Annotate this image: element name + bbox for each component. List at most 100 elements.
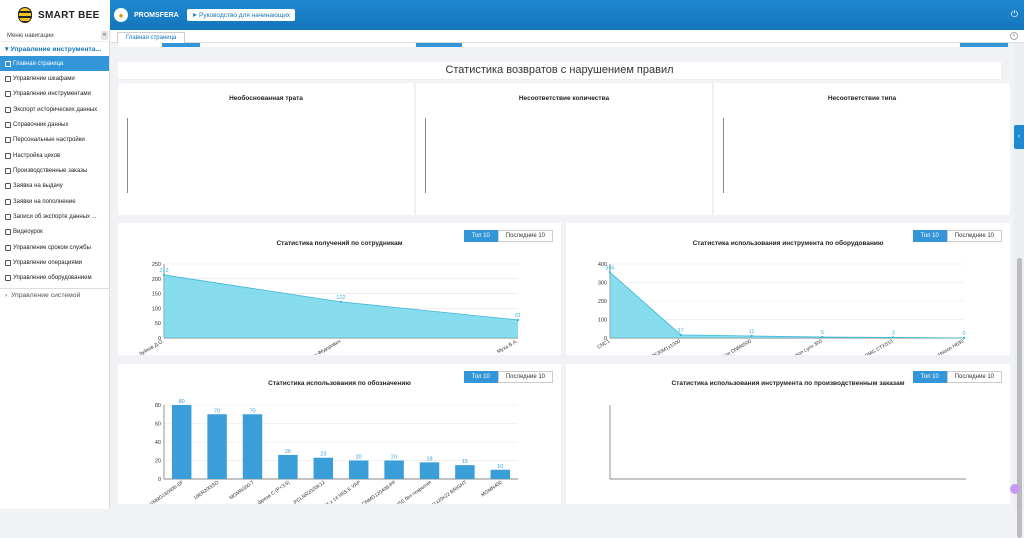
sidebar-item[interactable]: Управление инструментами	[0, 87, 109, 102]
bar	[313, 457, 334, 479]
data-label: 122	[336, 295, 345, 301]
filter-button[interactable]	[162, 43, 200, 47]
bar	[419, 462, 440, 479]
sidebar-item-label: Настройка цехов	[13, 152, 61, 159]
sidebar-item[interactable]: Экспорт исторических данных	[0, 102, 109, 117]
data-label: 18	[426, 456, 432, 462]
x-tick-label: MGMN300-T	[229, 480, 256, 501]
y-tick-label: 100	[598, 318, 607, 324]
returns-panel-title: Несоответствие количества	[518, 95, 610, 102]
filter-button[interactable]	[416, 43, 462, 47]
scrollbar-thumb[interactable]	[1017, 258, 1022, 538]
menu-item-icon	[5, 122, 11, 129]
filter-strip	[118, 43, 1008, 47]
x-tick-label: CNMG120408-PF	[361, 480, 397, 504]
sidebar: Меню навигации « ▾ Управление инструмент…	[0, 30, 110, 509]
chart-axis	[127, 118, 128, 193]
equipment-area-chart: 0100200300400355CNC117Hison TE30M1x10001…	[596, 262, 966, 355]
menu-item-icon	[5, 106, 11, 113]
sidebar-item[interactable]: Заявки на пополнение	[0, 194, 109, 209]
filter-button[interactable]	[960, 43, 1008, 47]
sidebar-item[interactable]: Производственные заказы	[0, 163, 109, 178]
sidebar-title: Меню навигации	[7, 32, 54, 39]
data-point	[339, 300, 343, 304]
data-label: 15	[462, 459, 468, 465]
data-label: 355	[605, 265, 614, 271]
sidebar-item-label: Управление сроком службы	[13, 244, 91, 251]
bee-logo-icon	[18, 7, 32, 23]
org-logo-icon: ●	[114, 8, 128, 22]
data-point	[892, 336, 895, 339]
sidebar-item[interactable]: Управление операциями	[0, 255, 109, 270]
side-panel-toggle[interactable]: ‹	[1014, 125, 1024, 149]
menu-item-icon	[5, 275, 11, 282]
x-tick-label: Муха В.А.	[496, 339, 519, 355]
menu-item-icon	[5, 91, 11, 98]
beginner-guide-button[interactable]: ➤ Руководство для начинающих	[186, 9, 296, 21]
data-label: 61	[515, 313, 521, 319]
menu-item-icon	[5, 137, 11, 144]
sidebar-item-label: Управление инструментами	[13, 91, 91, 98]
sidebar-item-label: Управление оборудованием	[13, 275, 92, 282]
sidebar-item[interactable]: Заявка на выдачу	[0, 179, 109, 194]
data-label: 80	[179, 399, 185, 405]
assistant-bubble-icon[interactable]	[1010, 484, 1020, 494]
y-tick-label: 60	[155, 422, 161, 428]
bar	[242, 414, 263, 479]
sidebar-item[interactable]: Настройка цехов	[0, 148, 109, 163]
data-label: 26	[285, 449, 291, 455]
sidebar-item[interactable]: Записи об экспорте данных ...	[0, 209, 109, 224]
y-tick-label: 20	[155, 459, 161, 465]
sidebar-item-label: Заявки на пополнение	[13, 198, 76, 205]
x-tick-label: PCLNR2020K12	[293, 480, 327, 504]
sidebar-item-label: Производственные заказы	[13, 168, 88, 175]
sidebar-item-label: Видеоурок	[13, 229, 43, 236]
data-point	[608, 271, 612, 274]
data-label: 17	[678, 328, 684, 334]
data-point	[162, 273, 166, 277]
menu-item-icon	[5, 168, 11, 175]
y-tick-label: 50	[155, 321, 161, 327]
data-label: 10	[497, 464, 503, 470]
x-tick-label: фреза С (P+3,5)	[257, 480, 291, 504]
x-tick-label: Hison TE30M1x1000	[638, 338, 682, 355]
bar	[455, 465, 475, 479]
data-label: 5	[821, 330, 824, 336]
data-point	[962, 336, 966, 340]
sidebar-item[interactable]: Персональные настройки	[0, 133, 109, 148]
sidebar-group-tools[interactable]: ▾ Управление инструмента...	[0, 42, 109, 56]
bar	[207, 414, 227, 479]
scrollbar-track[interactable]	[1014, 43, 1024, 538]
close-tabs-icon[interactable]: ×	[1010, 32, 1018, 40]
designation-bar-chart: 0 20 40 60 80 80 VNMG160408-SF 70 16ER200ISO 70 MG…	[149, 399, 518, 504]
data-label: 23	[320, 452, 326, 458]
collapse-sidebar-button[interactable]: «	[101, 31, 108, 40]
send-icon: ➤	[191, 12, 199, 19]
sidebar-item[interactable]: Управление сроком службы	[0, 240, 109, 255]
sidebar-item-label: Экспорт исторических данных	[13, 106, 98, 113]
returns-panel-title: Несоответствие типа	[827, 95, 897, 102]
data-label: 213	[159, 268, 168, 274]
sidebar-group-system[interactable]: › Управление системой	[0, 288, 109, 302]
tab-home[interactable]: Главная страница	[117, 32, 186, 43]
x-tick-label: Зуйков Д.О.	[138, 338, 165, 355]
data-label: 0	[962, 331, 965, 337]
sidebar-item[interactable]: Главная страница	[0, 56, 109, 72]
x-tick-label: Solution Lynx 300	[786, 338, 823, 355]
menu-item-icon	[5, 152, 11, 159]
sidebar-item[interactable]: Справочник данных	[0, 117, 109, 132]
x-tick-label: Зимин Фёдорович	[303, 338, 343, 355]
data-label: 70	[214, 408, 220, 414]
sidebar-item[interactable]: Управление оборудованием	[0, 271, 109, 286]
x-tick-label: DMG CTX510	[864, 338, 894, 355]
bar	[348, 460, 369, 479]
sidebar-item-label: Записи об экспорте данных ...	[13, 214, 97, 221]
sidebar-item-label: Главная страница	[13, 60, 64, 67]
sidebar-item[interactable]: Управление шкафами	[0, 71, 109, 86]
sidebar-item[interactable]: Видеоурок	[0, 225, 109, 240]
x-tick-label: CNC1	[596, 338, 611, 350]
bar	[384, 460, 404, 479]
power-icon[interactable]: ⏻	[1011, 9, 1018, 20]
data-label: 70	[249, 408, 255, 414]
returns-panel-waste: Необоснованная трата	[118, 83, 415, 215]
